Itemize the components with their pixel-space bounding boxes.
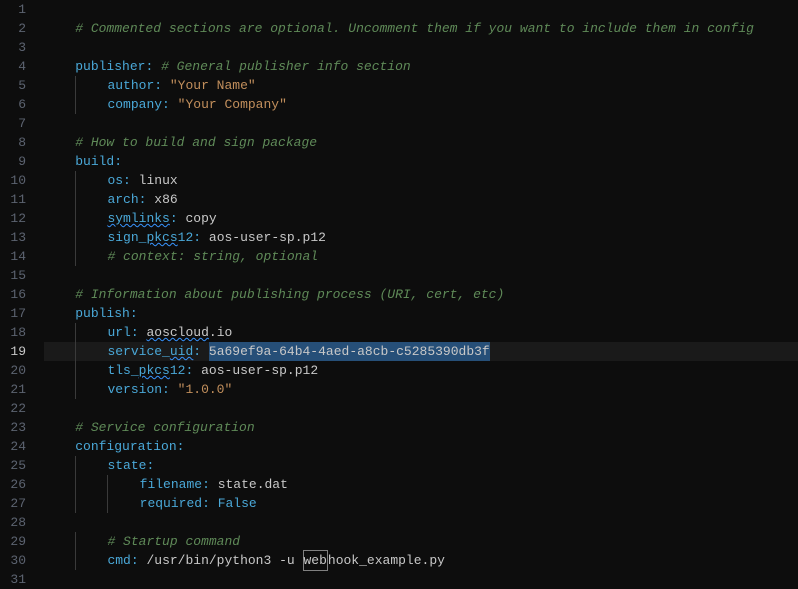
code-line[interactable]: configuration: — [44, 437, 798, 456]
line-number: 23 — [8, 418, 26, 437]
code-line[interactable] — [44, 570, 798, 589]
line-number: 29 — [8, 532, 26, 551]
line-number: 15 — [8, 266, 26, 285]
line-number: 31 — [8, 570, 26, 589]
cursor: web — [303, 550, 328, 571]
code-line[interactable] — [44, 38, 798, 57]
line-number: 3 — [8, 38, 26, 57]
code-line[interactable]: # How to build and sign package — [44, 133, 798, 152]
code-content[interactable]: # Commented sections are optional. Uncom… — [36, 0, 798, 587]
line-number: 6 — [8, 95, 26, 114]
line-number: 22 — [8, 399, 26, 418]
line-number: 21 — [8, 380, 26, 399]
line-number: 18 — [8, 323, 26, 342]
spellcheck-warning: uid — [170, 342, 193, 361]
line-number: 1 — [8, 0, 26, 19]
code-line[interactable]: # Startup command — [44, 532, 798, 551]
spellcheck-warning: pkcs — [139, 361, 170, 380]
code-line[interactable]: cmd: /usr/bin/python3 -u webhook_example… — [44, 551, 798, 570]
code-line[interactable]: filename: state.dat — [44, 475, 798, 494]
line-number: 9 — [8, 152, 26, 171]
code-line[interactable]: company: "Your Company" — [44, 95, 798, 114]
line-number: 25 — [8, 456, 26, 475]
line-number: 4 — [8, 57, 26, 76]
code-line[interactable]: # context: string, optional — [44, 247, 798, 266]
code-line[interactable] — [44, 0, 798, 19]
line-number: 17 — [8, 304, 26, 323]
code-line[interactable]: service_uid: 5a69ef9a-64b4-4aed-a8cb-c52… — [44, 342, 798, 361]
line-number: 27 — [8, 494, 26, 513]
code-line[interactable]: publisher: # General publisher info sect… — [44, 57, 798, 76]
line-number: 14 — [8, 247, 26, 266]
code-line[interactable]: state: — [44, 456, 798, 475]
line-number: 12 — [8, 209, 26, 228]
line-number: 8 — [8, 133, 26, 152]
line-number-gutter: 1234567891011121314151617181920212223242… — [0, 0, 36, 587]
code-line[interactable]: publish: — [44, 304, 798, 323]
code-line[interactable] — [44, 266, 798, 285]
line-number: 28 — [8, 513, 26, 532]
code-line[interactable] — [44, 114, 798, 133]
line-number: 2 — [8, 19, 26, 38]
code-line[interactable]: symlinks: copy — [44, 209, 798, 228]
code-line[interactable]: version: "1.0.0" — [44, 380, 798, 399]
code-line[interactable]: url: aoscloud.io — [44, 323, 798, 342]
line-number: 7 — [8, 114, 26, 133]
text-selection: 5a69ef9a-64b4-4aed-a8cb-c5285390db3f — [209, 342, 490, 361]
code-line[interactable]: # Commented sections are optional. Uncom… — [44, 19, 798, 38]
line-number: 16 — [8, 285, 26, 304]
code-line[interactable]: # Service configuration — [44, 418, 798, 437]
line-number: 19 — [8, 342, 26, 361]
code-line[interactable]: # Information about publishing process (… — [44, 285, 798, 304]
code-line[interactable]: build: — [44, 152, 798, 171]
code-line[interactable]: tls_pkcs12: aos-user-sp.p12 — [44, 361, 798, 380]
line-number: 26 — [8, 475, 26, 494]
code-line[interactable]: sign_pkcs12: aos-user-sp.p12 — [44, 228, 798, 247]
line-number: 11 — [8, 190, 26, 209]
line-number: 10 — [8, 171, 26, 190]
code-editor[interactable]: 1234567891011121314151617181920212223242… — [0, 0, 798, 587]
line-number: 20 — [8, 361, 26, 380]
code-line[interactable]: required: False — [44, 494, 798, 513]
code-line[interactable] — [44, 513, 798, 532]
code-line[interactable]: author: "Your Name" — [44, 76, 798, 95]
code-line[interactable]: os: linux — [44, 171, 798, 190]
spellcheck-warning: aoscloud — [146, 323, 208, 342]
spellcheck-warning: pkcs — [146, 228, 177, 247]
line-number: 13 — [8, 228, 26, 247]
code-line[interactable]: arch: x86 — [44, 190, 798, 209]
code-line[interactable] — [44, 399, 798, 418]
line-number: 5 — [8, 76, 26, 95]
line-number: 24 — [8, 437, 26, 456]
line-number: 30 — [8, 551, 26, 570]
